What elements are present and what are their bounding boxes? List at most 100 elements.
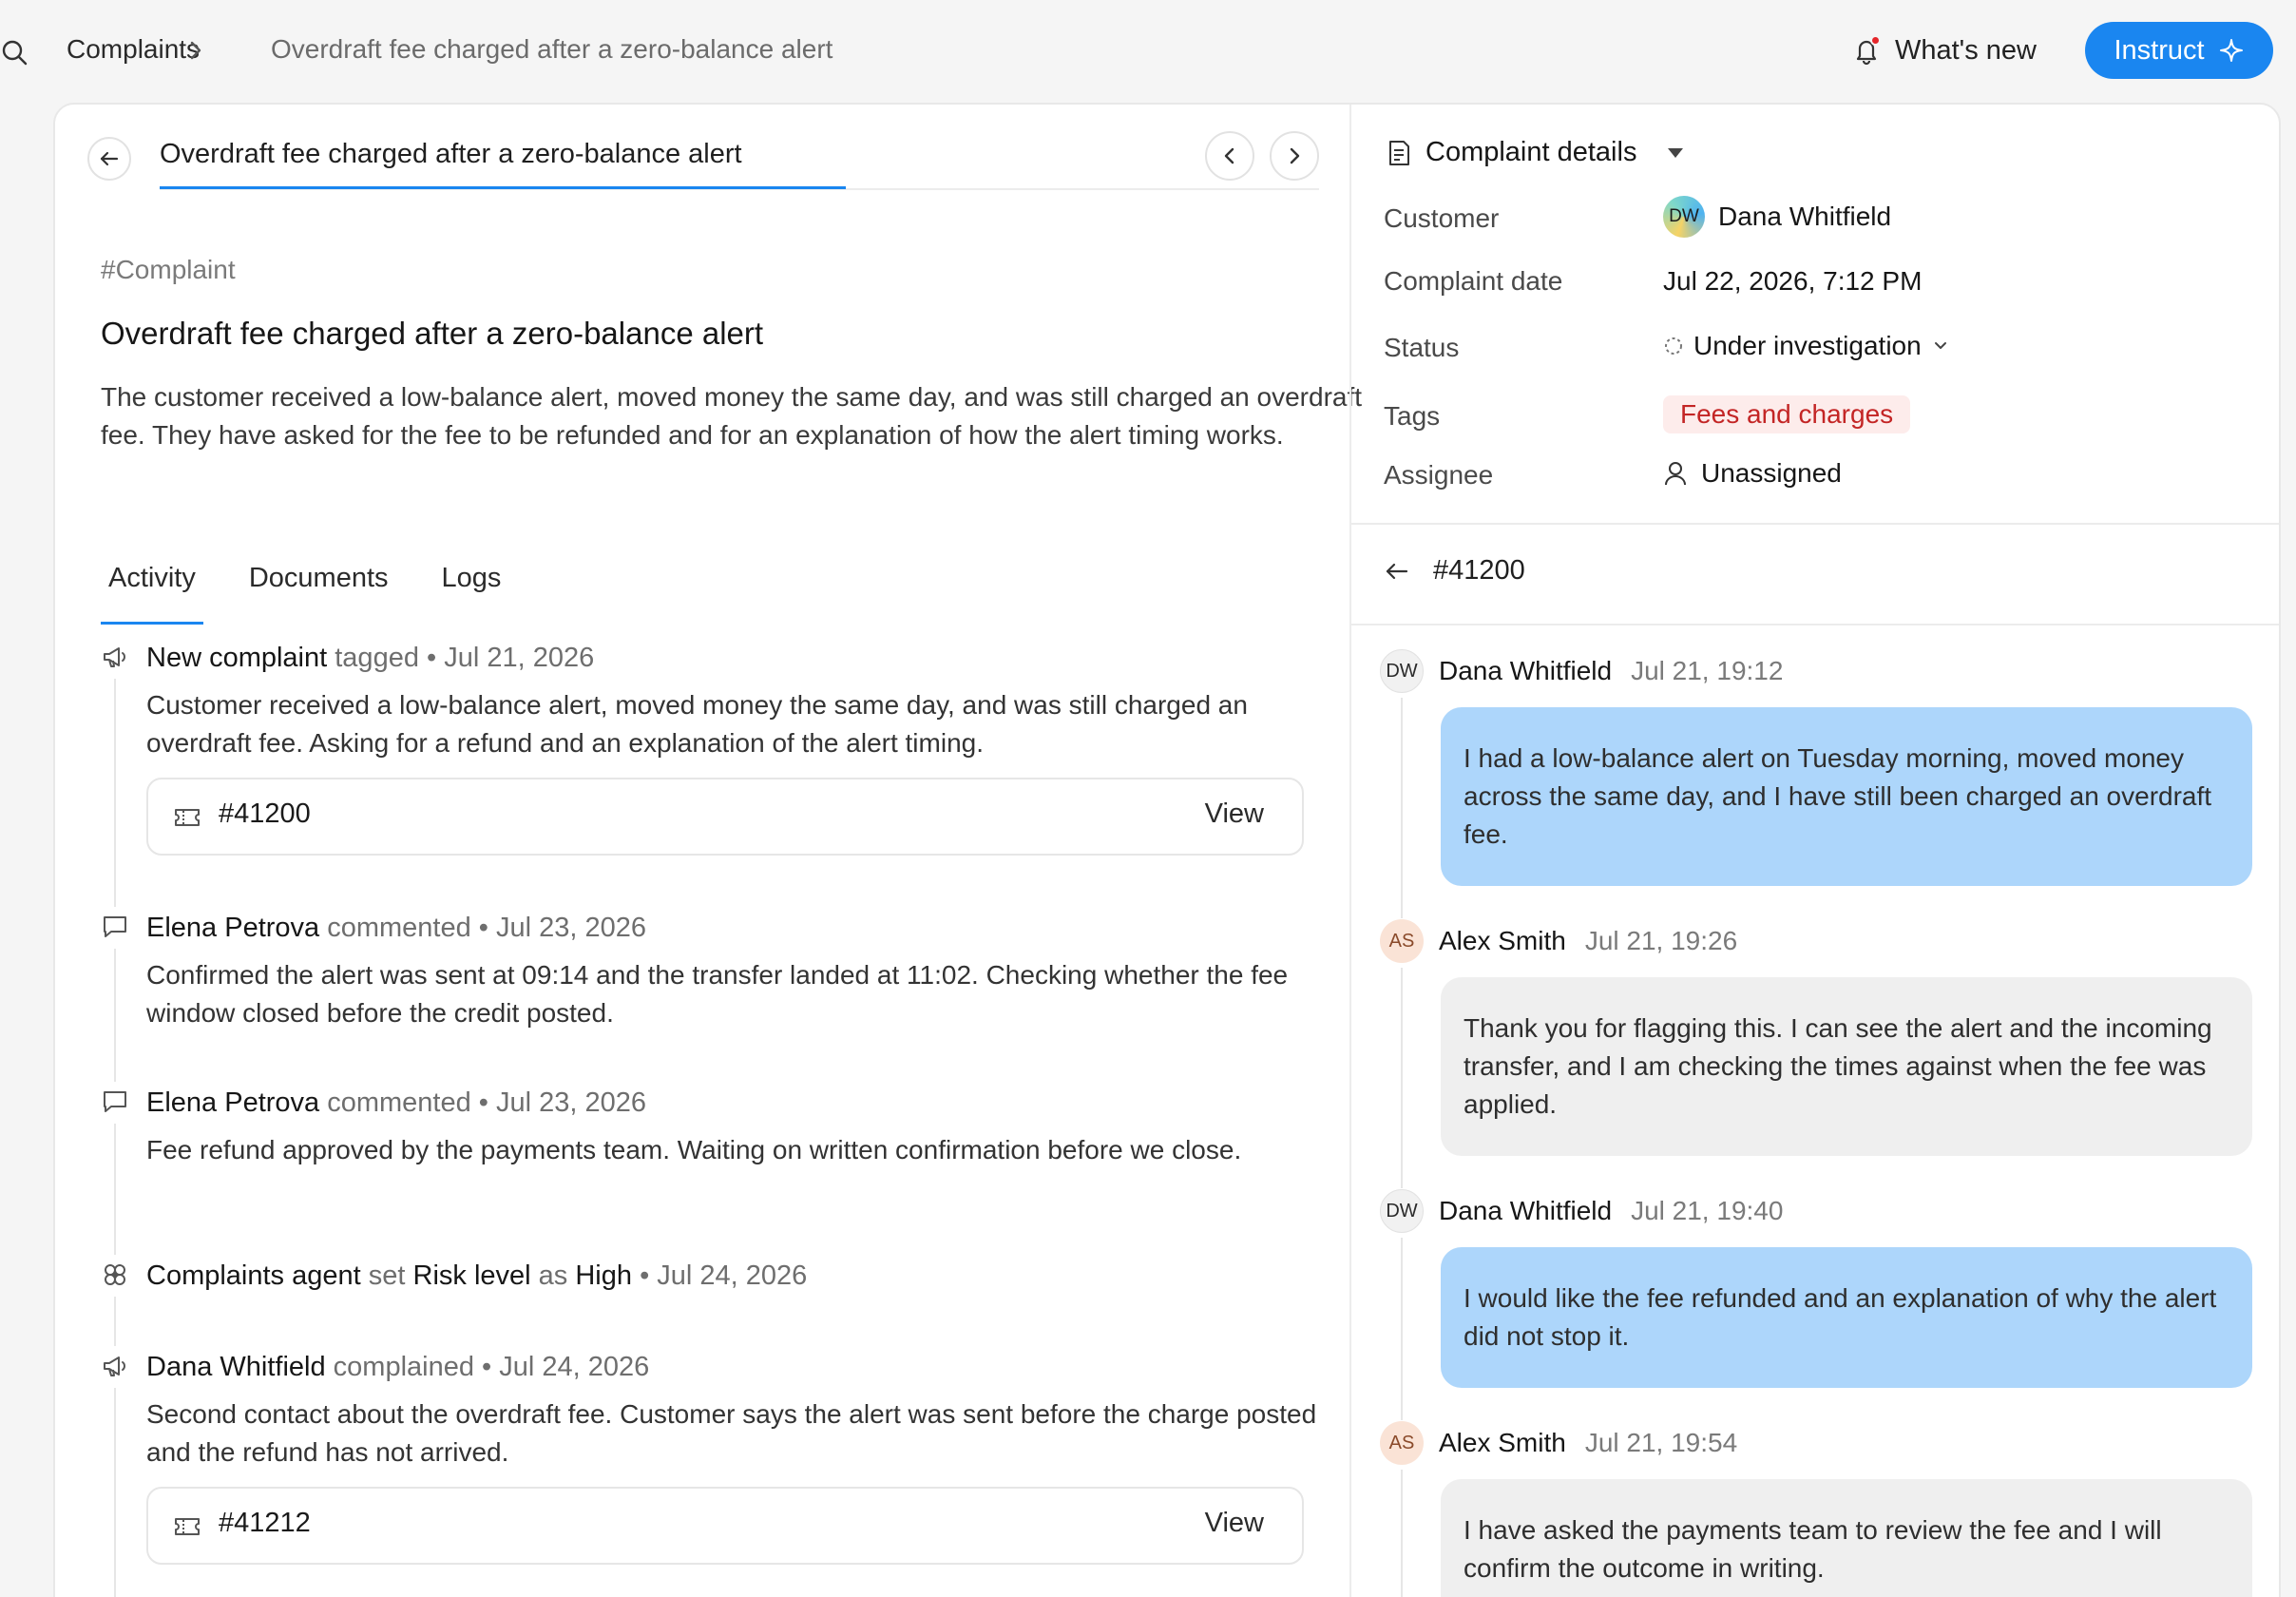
section-tabs: Activity Documents Logs <box>101 563 509 625</box>
message: AS Alex Smith Jul 21, 19:26 Thank you fo… <box>1380 918 2264 1188</box>
view-button[interactable]: View <box>1205 798 1264 830</box>
activity-body: Customer received a low-balance alert, m… <box>146 690 1248 758</box>
sparkle-icon <box>2218 37 2245 64</box>
timeline-line <box>114 1388 116 1597</box>
complaint-main-panel: Overdraft fee charged after a zero-balan… <box>55 105 1362 1597</box>
thread-header[interactable]: #41200 <box>1384 555 1525 587</box>
breadcrumb-current: Overdraft fee charged after a zero-balan… <box>271 34 833 64</box>
document-tab[interactable]: Overdraft fee charged after a zero-balan… <box>160 139 742 170</box>
avatar: DW <box>1380 649 1424 693</box>
message: DW Dana Whitfield Jul 21, 19:40 I would … <box>1380 1188 2264 1420</box>
tags-label: Tags <box>1384 401 1441 431</box>
activity-date: Jul 21, 2026 <box>444 643 595 673</box>
tab-documents[interactable]: Documents <box>241 563 396 608</box>
back-button[interactable] <box>87 137 131 181</box>
comment-icon <box>101 1087 129 1116</box>
activity-actor: Elena Petrova <box>146 913 320 943</box>
complaint-hashtag: #Complaint <box>101 255 236 284</box>
assignee-name: Unassigned <box>1701 458 1842 488</box>
tab-logs[interactable]: Logs <box>434 563 509 608</box>
details-doc-icon <box>1386 139 1412 167</box>
megaphone-icon <box>101 1352 129 1380</box>
message-thread: DW Dana Whitfield Jul 21, 19:12 I had a … <box>1380 648 2264 1597</box>
customer-label: Customer <box>1384 203 1500 233</box>
activity-body: Fee refund approved by the payments team… <box>146 1135 1242 1164</box>
activity-item: Elena Petrova commented • Jul 23, 2026 F… <box>95 1082 1330 1255</box>
active-tab-indicator <box>160 186 846 189</box>
status-spinner-icon <box>1663 336 1684 356</box>
tab-activity[interactable]: Activity <box>101 563 203 625</box>
message-time: Jul 21, 19:12 <box>1631 656 1784 685</box>
message-meta: AS Alex Smith Jul 21, 19:26 <box>1380 918 2264 964</box>
instruct-button[interactable]: Instruct <box>2085 22 2273 79</box>
agent-message-bubble: Thank you for flagging this. I can see t… <box>1441 977 2252 1156</box>
message-author: Alex Smith <box>1439 1428 1566 1457</box>
avatar: DW <box>1663 196 1705 238</box>
chevron-right-icon <box>186 38 207 63</box>
message-time: Jul 21, 19:40 <box>1631 1196 1784 1225</box>
whats-new-button[interactable]: What's new <box>1851 29 2037 72</box>
activity-body: Confirmed the alert was sent at 09:14 an… <box>146 960 1289 1028</box>
timeline-line <box>114 1124 116 1255</box>
details-title: Complaint details <box>1425 137 1637 167</box>
activity-connector: as <box>538 1260 568 1291</box>
breadcrumb-root[interactable]: Complaints <box>67 34 200 65</box>
assignee-label: Assignee <box>1384 460 1494 490</box>
tags-value[interactable]: Fees and charges <box>1663 395 1911 433</box>
ticket-attachment[interactable]: #41200 View <box>146 778 1304 856</box>
notification-dot <box>1870 35 1881 46</box>
status-dropdown[interactable]: Under investigation <box>1663 331 1950 361</box>
message-meta: DW Dana Whitfield Jul 21, 19:12 <box>1380 648 2264 694</box>
details-header[interactable]: Complaint details <box>1386 137 1684 168</box>
activity-verb: complained <box>333 1352 474 1382</box>
ticket-icon <box>173 805 201 830</box>
activity-item: New complaint tagged • Jul 21, 2026 Cust… <box>95 637 1330 907</box>
message-time: Jul 21, 19:54 <box>1584 1428 1738 1457</box>
avatar: AS <box>1380 919 1424 963</box>
activity-actor: Dana Whitfield <box>146 1352 326 1382</box>
instruct-label: Instruct <box>2114 34 2205 66</box>
activity-item: Dana Whitfield complained • Jul 24, 2026… <box>95 1346 1330 1597</box>
timeline-line <box>114 949 116 1082</box>
activity-date: Jul 23, 2026 <box>496 1087 647 1118</box>
timeline-line <box>1401 1238 1403 1420</box>
timeline-line <box>114 1297 116 1346</box>
bell-icon <box>1851 35 1882 66</box>
chevron-down-icon <box>1931 339 1950 353</box>
activity-verb: tagged <box>335 643 419 673</box>
activity-body: Second contact about the overdraft fee. … <box>146 1399 1317 1467</box>
customer-value[interactable]: DW Dana Whitfield <box>1663 196 1891 238</box>
message-time: Jul 21, 19:26 <box>1584 926 1738 955</box>
activity-header: Complaints agent set Risk level as High … <box>146 1260 808 1291</box>
activity-actor: Complaints agent <box>146 1260 361 1291</box>
thread-divider <box>1351 624 2279 625</box>
complaint-description: The customer received a low-balance aler… <box>101 382 1363 450</box>
avatar: AS <box>1380 1421 1424 1465</box>
next-button[interactable] <box>1270 131 1319 181</box>
message-author: Alex Smith <box>1439 926 1566 955</box>
assignee-value[interactable]: Unassigned <box>1663 458 1842 489</box>
tag-badge[interactable]: Fees and charges <box>1663 395 1911 433</box>
agent-icon <box>101 1260 129 1289</box>
message: DW Dana Whitfield Jul 21, 19:12 I had a … <box>1380 648 2264 918</box>
search-icon[interactable] <box>0 38 29 67</box>
activity-header: Elena Petrova commented • Jul 23, 2026 <box>146 1087 647 1118</box>
activity-verb: commented <box>327 913 471 943</box>
thread-id: #41200 <box>1433 555 1525 586</box>
arrow-left-icon[interactable] <box>1384 560 1410 583</box>
view-button[interactable]: View <box>1205 1508 1264 1539</box>
agent-message-bubble: I have asked the payments team to review… <box>1441 1479 2252 1597</box>
details-panel: Complaint details Customer DW Dana Whitf… <box>1351 105 2279 1597</box>
ticket-id: #41200 <box>219 798 311 829</box>
complaint-date-label: Complaint date <box>1384 266 1563 296</box>
ticket-attachment[interactable]: #41212 View <box>146 1487 1304 1565</box>
complaint-card: Overdraft fee charged after a zero-balan… <box>53 103 2281 1597</box>
chevron-right-icon <box>1290 147 1300 164</box>
activity-item: Elena Petrova commented • Jul 23, 2026 C… <box>95 907 1330 1082</box>
message-meta: AS Alex Smith Jul 21, 19:54 <box>1380 1420 2264 1466</box>
previous-button[interactable] <box>1205 131 1254 181</box>
activity-field: Risk level <box>412 1260 531 1291</box>
timeline-line <box>114 679 116 907</box>
customer-name: Dana Whitfield <box>1718 202 1892 231</box>
activity-date: Jul 24, 2026 <box>657 1260 808 1291</box>
